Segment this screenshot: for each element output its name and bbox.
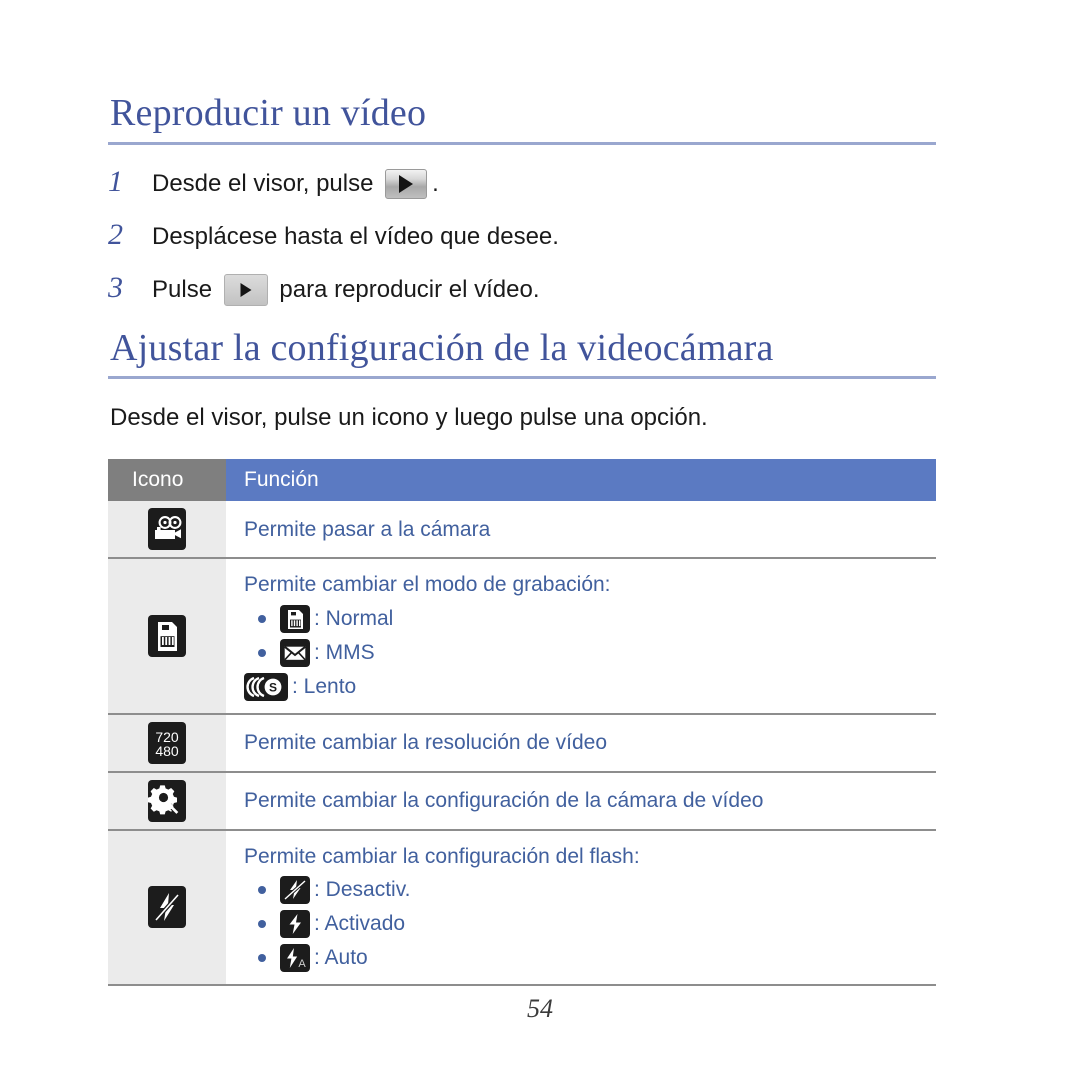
function-description: Permite cambiar la configuración del fla… (244, 844, 640, 868)
play-button-icon (385, 168, 428, 199)
table-row: 720 480 Permite cambiar la resolución de… (108, 713, 936, 773)
table-row: Permite cambiar el modo de grabación:: … (108, 558, 936, 715)
option-item: : Activado (244, 909, 926, 938)
flash-on-icon (280, 909, 310, 938)
step-text-after: . (432, 169, 439, 197)
page-title-reproducir-video: Reproducir un vídeo (110, 92, 427, 134)
table-header-row: Icono Función (108, 459, 936, 502)
step-text: Desplácese hasta el vídeo que desee. (152, 222, 559, 252)
bullet-icon (258, 648, 266, 657)
heading-divider (108, 376, 936, 380)
column-header-funcion: Función (226, 459, 936, 502)
function-description: Permite cambiar la resolución de vídeo (244, 731, 608, 755)
table-row: Permite pasar a la cámara (108, 501, 936, 560)
table-cell-icon: 720 480 (108, 713, 226, 773)
gear-wrench-settings-icon (148, 779, 186, 822)
bullet-icon (258, 885, 266, 894)
bullet-icon (258, 953, 266, 962)
step-number: 3 (108, 270, 123, 304)
table-cell-icon (108, 829, 226, 986)
table-cell-function: Permite cambiar la resolución de vídeo (226, 713, 936, 773)
step-number: 1 (108, 164, 123, 198)
flash-off-icon (148, 886, 186, 929)
step-text-before: Desplácese hasta el vídeo que desee. (152, 222, 559, 250)
flash-auto-icon: A (280, 943, 310, 972)
option-item: : MMS (244, 638, 926, 667)
table-row: Permite cambiar la configuración de la c… (108, 771, 936, 831)
steps-list: 1 Desde el visor, pulse . 2 Desplácese h… (108, 164, 936, 306)
step-text: Desde el visor, pulse . (152, 168, 439, 199)
icon-function-table: Icono Función Permite pasar a la cámara … (108, 459, 936, 986)
option-list: : Normal: MMS S: Lento (244, 604, 926, 701)
table-body: Permite pasar a la cámara Permite cambia… (108, 501, 936, 986)
heading-divider (108, 141, 936, 145)
table-cell-icon (108, 501, 226, 560)
option-item: S : Lento (244, 672, 926, 701)
option-label: : Desactiv. (314, 878, 411, 902)
bullet-icon (258, 614, 266, 623)
resolution-720-480-icon: 720 480 (148, 721, 186, 764)
step-text-before: Pulse (152, 275, 219, 303)
table-row: Permite cambiar la configuración del fla… (108, 829, 936, 986)
option-label: : Activado (314, 912, 406, 936)
page-title-ajustar-configuracion: Ajustar la configuración de la videocáma… (110, 326, 774, 369)
table-cell-function: Permite pasar a la cámara (226, 501, 936, 560)
step-text-before: Desde el visor, pulse (152, 169, 381, 197)
table-cell-function: Permite cambiar el modo de grabación:: … (226, 558, 936, 715)
svg-text:S: S (269, 680, 277, 694)
option-label: : MMS (314, 641, 375, 665)
function-description: Permite cambiar el modo de grabación: (244, 573, 611, 597)
section-intro-text: Desde el visor, pulse un icono y luego p… (110, 404, 708, 432)
section-reproducir-video: Reproducir un vídeo (108, 92, 936, 145)
envelope-mms-icon (280, 638, 310, 667)
option-label: : Auto (314, 946, 368, 970)
function-description: Permite cambiar la configuración de la c… (244, 789, 764, 813)
page-number: 54 (527, 994, 553, 1023)
play-button-icon (223, 273, 268, 306)
table-cell-icon (108, 771, 226, 831)
step-text-after: para reproducir el vídeo. (272, 275, 540, 303)
bullet-icon (258, 919, 266, 928)
svg-text:A: A (298, 958, 306, 970)
option-label: : Lento (292, 675, 357, 699)
table-cell-function: Permite cambiar la configuración del fla… (226, 829, 936, 986)
section-ajustar-configuracion: Ajustar la configuración de la videocáma… (108, 327, 936, 380)
option-label: : Normal (314, 607, 394, 631)
table-cell-function: Permite cambiar la configuración de la c… (226, 771, 936, 831)
option-item: : Normal (244, 604, 926, 633)
step-item: 2 Desplácese hasta el vídeo que desee. (108, 217, 936, 252)
document-page: Reproducir un vídeo 1 Desde el visor, pu… (0, 0, 1080, 1080)
flash-off-icon (280, 875, 310, 904)
step-number: 2 (108, 217, 123, 251)
option-item: : Desactiv. (244, 875, 926, 904)
video-camera-icon (148, 508, 186, 551)
slow-motion-icon: S (244, 672, 288, 701)
table-header: Icono Función (108, 459, 936, 502)
option-item: A : Auto (244, 943, 926, 972)
memory-card-icon (280, 604, 310, 633)
column-header-icono: Icono (108, 459, 226, 502)
svg-text:480: 480 (155, 743, 179, 759)
function-description: Permite pasar a la cámara (244, 517, 491, 541)
step-text: Pulse para reproducir el vídeo. (152, 273, 540, 306)
step-item: 1 Desde el visor, pulse . (108, 164, 936, 199)
option-list: : Desactiv. : Activado A: Auto (244, 875, 926, 972)
recording-mode-card-icon (148, 615, 186, 658)
step-item: 3 Pulse para reproducir el vídeo. (108, 270, 936, 306)
table-cell-icon (108, 558, 226, 715)
page-content: Reproducir un vídeo 1 Desde el visor, pu… (108, 92, 936, 986)
